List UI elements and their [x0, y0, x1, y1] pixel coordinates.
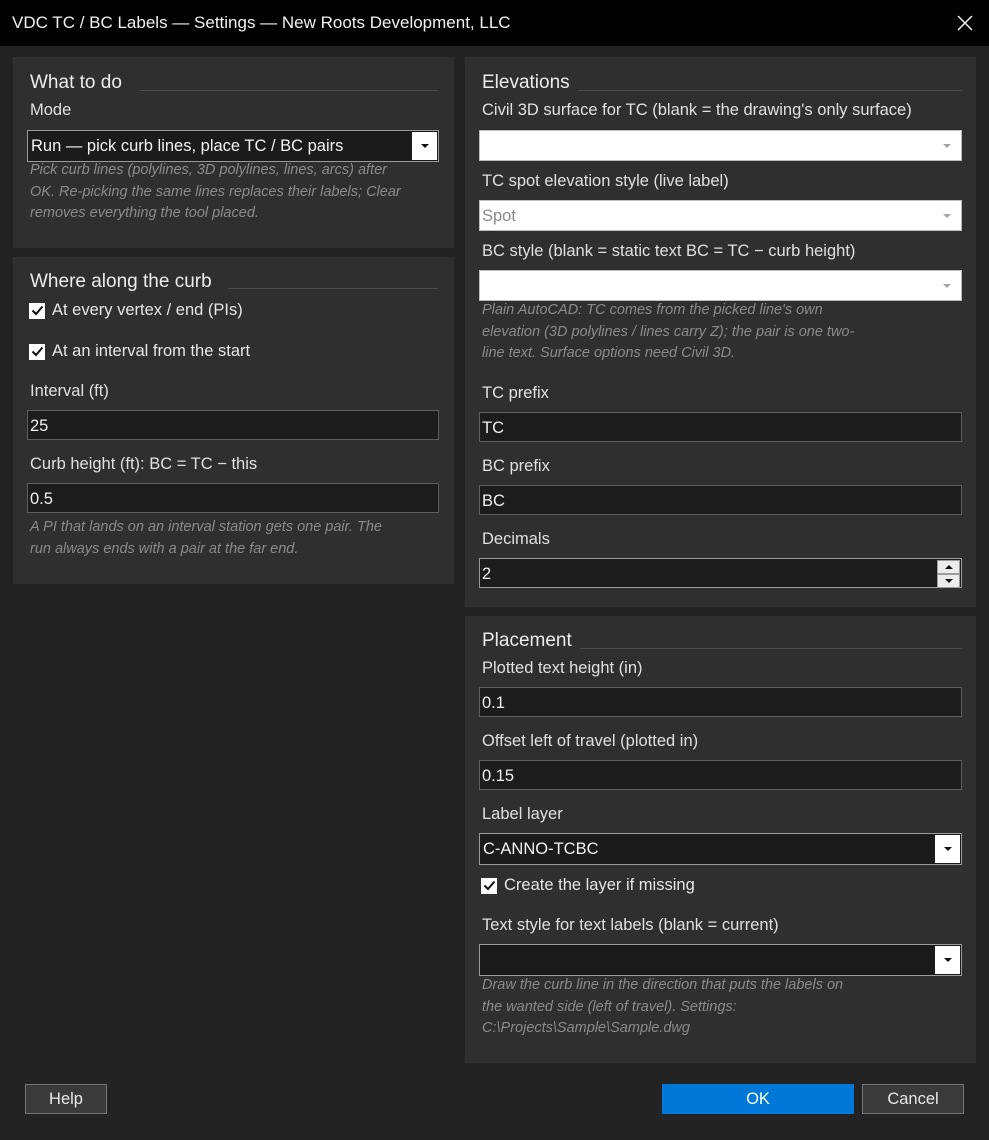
offset-label: Offset left of travel (plotted in): [482, 732, 699, 750]
section-divider: [580, 648, 962, 649]
interval-checkbox[interactable]: [29, 343, 45, 360]
curb-height-input[interactable]: 0.5: [27, 483, 439, 513]
decimals-label: Decimals: [482, 530, 550, 548]
text-style-dropdown[interactable]: [479, 944, 962, 976]
offset-input[interactable]: 0.15: [479, 760, 962, 790]
text-height-label: Plotted text height (in): [482, 659, 643, 677]
decimals-value: 2: [482, 565, 492, 583]
surface-dropdown[interactable]: [479, 130, 962, 161]
layer-label: Label layer: [482, 805, 563, 823]
surface-label: Civil 3D surface for TC (blank = the dra…: [482, 101, 912, 119]
elevations-hint-line: elevation (3D polylines / lines carry Z)…: [482, 323, 855, 340]
section-divider: [578, 90, 962, 91]
chevron-up-icon: [944, 565, 953, 569]
checkmark-icon: [483, 880, 495, 891]
title-bar: VDC TC / BC Labels — Settings — New Root…: [0, 0, 989, 46]
placement-hint-line: C:\Projects\Sample\Sample.dwg: [482, 1020, 690, 1036]
create-layer-checkbox-label: Create the layer if missing: [504, 876, 695, 894]
what-to-do-title: What to do: [30, 72, 122, 93]
help-button[interactable]: Help: [25, 1084, 107, 1114]
placement-title: Placement: [482, 630, 572, 651]
chevron-down-icon: [943, 283, 951, 288]
chevron-down-icon: [943, 958, 952, 962]
tc-style-label: TC spot elevation style (live label): [482, 172, 729, 190]
mode-hint-line: OK. Re-picking the same lines replaces t…: [30, 183, 401, 200]
where-hint-line: run always ends with a pair at the far e…: [30, 540, 299, 557]
elevations-hint: Plain AutoCAD: TC comes from the picked …: [482, 300, 854, 365]
tc-style-value: Spot: [482, 207, 516, 225]
bc-prefix-input[interactable]: BC: [479, 485, 962, 515]
layer-dropdown-arrow[interactable]: [935, 835, 960, 863]
mode-hint: Pick curb lines (polylines, 3D polylines…: [30, 160, 401, 225]
placement-hint-line: the wanted side (left of travel). Settin…: [482, 998, 737, 1015]
surface-dropdown-arrow[interactable]: [933, 131, 961, 160]
interval-input[interactable]: 25: [27, 410, 439, 440]
elevations-hint-line: line text. Surface options need Civil 3D…: [482, 345, 736, 361]
text-height-input[interactable]: 0.1: [479, 687, 962, 717]
section-divider: [140, 90, 438, 91]
where-title: Where along the curb: [30, 271, 212, 292]
placement-hint-line: Draw the curb line in the direction that…: [482, 977, 844, 993]
settings-dialog: VDC TC / BC Labels — Settings — New Root…: [0, 0, 989, 1140]
close-icon: [956, 15, 973, 31]
ok-button[interactable]: OK: [662, 1084, 854, 1114]
elevations-title: Elevations: [482, 72, 570, 93]
vertex-checkbox[interactable]: [29, 302, 45, 319]
chevron-down-icon: [943, 143, 951, 148]
mode-label: Mode: [30, 101, 72, 119]
tc-prefix-label: TC prefix: [482, 384, 549, 402]
mode-hint-line: removes everything the tool placed.: [30, 205, 259, 221]
interval-label: Interval (ft): [30, 382, 109, 400]
bc-style-label: BC style (blank = static text BC = TC − …: [482, 242, 856, 260]
vertex-checkbox-label: At every vertex / end (PIs): [52, 301, 243, 319]
create-layer-checkbox[interactable]: [481, 877, 497, 894]
chevron-down-icon: [944, 579, 953, 583]
spin-down-button[interactable]: [937, 574, 960, 587]
chevron-down-icon: [943, 847, 952, 851]
mode-dropdown[interactable]: Run — pick curb lines, place TC / BC pai…: [27, 130, 439, 162]
text-style-dropdown-arrow[interactable]: [935, 946, 960, 974]
layer-dropdown[interactable]: C-ANNO-TCBC: [479, 833, 962, 865]
chevron-down-icon: [943, 213, 951, 218]
decimals-spinner[interactable]: 2: [479, 558, 962, 588]
layer-value: C-ANNO-TCBC: [483, 840, 599, 858]
bc-prefix-label: BC prefix: [482, 457, 550, 475]
chevron-down-icon: [420, 144, 429, 148]
checkmark-icon: [31, 305, 43, 316]
tc-style-dropdown-arrow[interactable]: [933, 201, 961, 230]
where-hint: A PI that lands on an interval station g…: [30, 517, 382, 560]
where-hint-line: A PI that lands on an interval station g…: [30, 519, 382, 535]
bc-style-dropdown-arrow[interactable]: [933, 271, 961, 300]
vertex-checkbox-row[interactable]: At every vertex / end (PIs): [29, 301, 243, 320]
section-divider: [228, 288, 438, 289]
curb-height-label: Curb height (ft): BC = TC − this: [30, 455, 258, 473]
elevations-hint-line: Plain AutoCAD: TC comes from the picked …: [482, 302, 823, 318]
mode-value: Run — pick curb lines, place TC / BC pai…: [31, 137, 344, 155]
close-button[interactable]: [940, 0, 989, 46]
create-layer-checkbox-row[interactable]: Create the layer if missing: [481, 876, 695, 895]
mode-hint-line: Pick curb lines (polylines, 3D polylines…: [30, 162, 387, 178]
interval-checkbox-row[interactable]: At an interval from the start: [29, 342, 250, 361]
tc-prefix-input[interactable]: TC: [479, 412, 962, 442]
cancel-button[interactable]: Cancel: [862, 1084, 964, 1114]
mode-dropdown-arrow[interactable]: [412, 132, 437, 160]
placement-hint: Draw the curb line in the direction that…: [482, 975, 843, 1040]
window-title: VDC TC / BC Labels — Settings — New Root…: [12, 13, 511, 32]
tc-style-dropdown[interactable]: Spot: [479, 200, 962, 231]
interval-checkbox-label: At an interval from the start: [52, 342, 251, 360]
bc-style-dropdown[interactable]: [479, 270, 962, 301]
spin-up-button[interactable]: [937, 560, 960, 574]
text-style-label: Text style for text labels (blank = curr…: [482, 916, 779, 934]
decimals-spin-buttons: [937, 560, 960, 587]
checkmark-icon: [31, 346, 43, 357]
